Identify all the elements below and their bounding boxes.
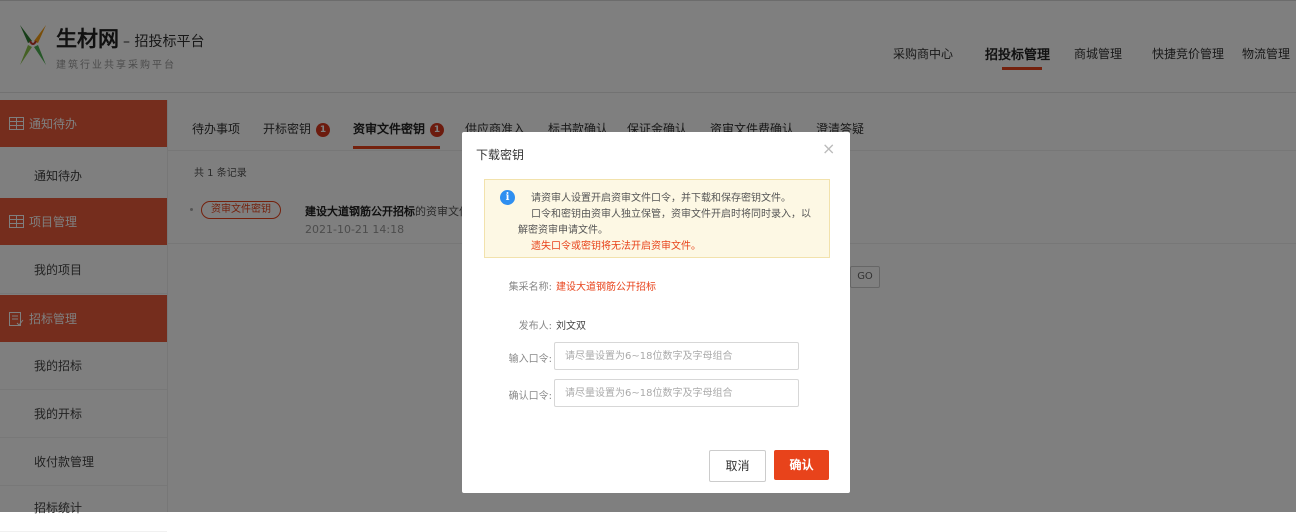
tip-line-3: 解密资审申请文件。 xyxy=(518,225,608,236)
password-input[interactable] xyxy=(554,342,799,370)
download-key-dialog: 下载密钥 × i 请资审人设置开启资审文件口令，并下载和保存密钥文件。 口令和密… xyxy=(462,132,850,493)
publisher-label: 发布人: xyxy=(518,321,552,332)
tip-warning: 遗失口令或密钥将无法开启资审文件。 xyxy=(531,241,701,252)
cancel-button[interactable]: 取消 xyxy=(709,450,766,482)
dialog-title: 下载密钥 xyxy=(476,148,525,162)
tip-line-1: 请资审人设置开启资审文件口令，并下载和保存密钥文件。 xyxy=(531,193,791,204)
project-label: 集采名称: xyxy=(508,282,552,293)
confirm-button[interactable]: 确认 xyxy=(774,450,829,480)
confirm-password-input[interactable] xyxy=(554,379,799,407)
info-icon: i xyxy=(500,190,515,205)
tip-line-2: 口令和密钥由资审人独立保管，资审文件开启时将同时录入，以 xyxy=(531,209,811,220)
password-label: 输入口令: xyxy=(508,354,552,365)
project-value: 建设大道钢筋公开招标 xyxy=(556,282,656,293)
confirm-password-label: 确认口令: xyxy=(508,391,552,402)
close-icon[interactable]: × xyxy=(822,141,835,157)
publisher-value: 刘文双 xyxy=(556,321,586,332)
info-tip-box: i 请资审人设置开启资审文件口令，并下载和保存密钥文件。 口令和密钥由资审人独立… xyxy=(484,179,830,258)
